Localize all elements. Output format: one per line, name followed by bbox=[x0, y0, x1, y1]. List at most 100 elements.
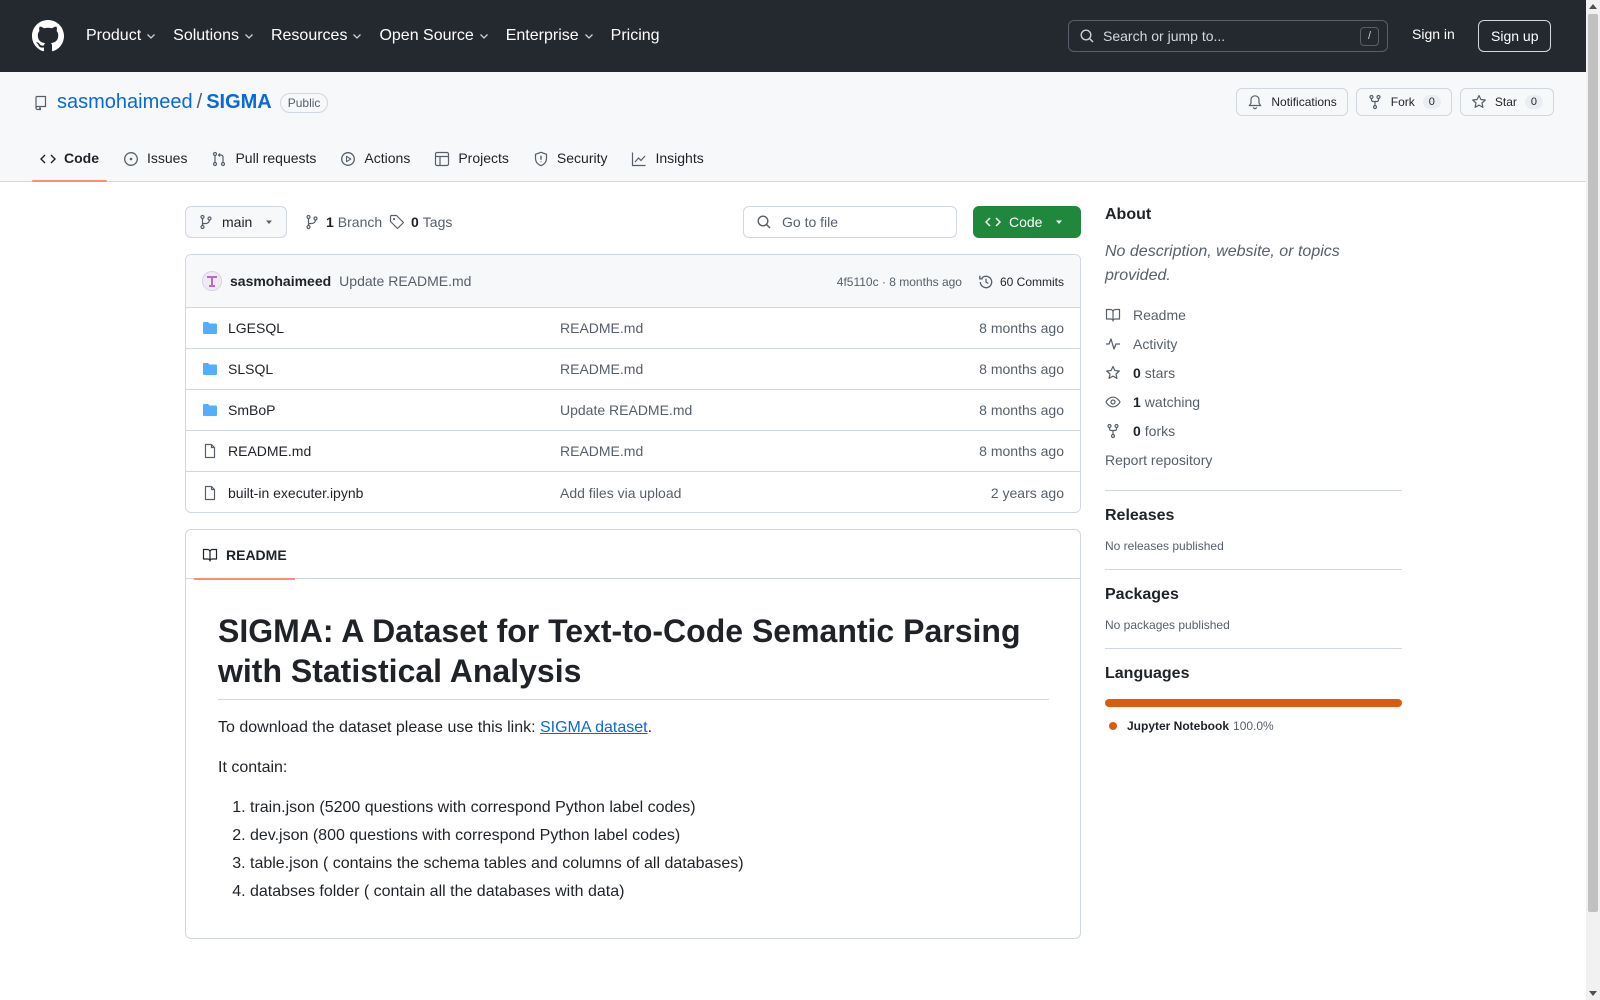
commits-count: 60 Commits bbox=[999, 274, 1064, 289]
stars-link[interactable]: 0 stars bbox=[1105, 358, 1402, 387]
nav-resources[interactable]: Resources bbox=[271, 27, 363, 45]
nav-pricing[interactable]: Pricing bbox=[611, 27, 660, 45]
tab-code[interactable]: Code bbox=[32, 140, 107, 182]
readme-tab[interactable]: README bbox=[194, 530, 295, 580]
star-label: Star bbox=[1494, 95, 1517, 109]
file-age: 8 months ago bbox=[979, 402, 1064, 418]
caret-down-icon bbox=[1056, 220, 1063, 224]
scrollbar-thumb[interactable] bbox=[1588, 14, 1598, 912]
file-name-link[interactable]: README.md bbox=[228, 443, 560, 459]
table-icon bbox=[435, 151, 450, 167]
tag-count-label: Tags bbox=[422, 214, 453, 230]
language-item[interactable]: Jupyter Notebook 100.0% bbox=[1105, 719, 1402, 733]
scroll-up-arrow-icon[interactable] bbox=[1589, 4, 1597, 9]
file-row[interactable]: SmBoP Update README.md 8 months ago bbox=[186, 390, 1080, 431]
file-name-link[interactable]: SLSQL bbox=[228, 361, 560, 377]
fork-icon bbox=[1369, 94, 1381, 110]
tab-projects[interactable]: Projects bbox=[426, 140, 517, 182]
repo-name-link[interactable]: SIGMA bbox=[206, 91, 272, 114]
folder-icon bbox=[203, 322, 217, 334]
code-icon bbox=[985, 217, 1001, 227]
file-commit-message[interactable]: README.md bbox=[560, 320, 643, 336]
code-dropdown-button[interactable]: Code bbox=[973, 206, 1081, 238]
watching-count: 1 bbox=[1133, 393, 1141, 410]
tag-icon bbox=[389, 214, 405, 230]
commit-hash-age[interactable]: 4f5110c · 8 months ago bbox=[837, 275, 962, 289]
tab-issues-label: Issues bbox=[147, 150, 188, 166]
language-bar bbox=[1105, 699, 1402, 707]
file-row[interactable]: README.md README.md 8 months ago bbox=[186, 431, 1080, 472]
report-repository-link[interactable]: Report repository bbox=[1105, 445, 1402, 474]
identicon-icon bbox=[207, 276, 217, 287]
watching-label: watching bbox=[1144, 393, 1201, 410]
branches-link[interactable]: 1 Branch bbox=[304, 214, 382, 230]
file-row[interactable]: SLSQL README.md 8 months ago bbox=[186, 349, 1080, 390]
file-commit-message[interactable]: README.md bbox=[560, 443, 643, 459]
tab-insights[interactable]: Insights bbox=[623, 140, 711, 182]
top-nav: Product Solutions Resources Open Source … bbox=[86, 27, 676, 45]
file-icon bbox=[204, 485, 216, 500]
caret-down-icon bbox=[266, 220, 273, 224]
nav-open-source[interactable]: Open Source bbox=[379, 27, 489, 45]
fork-button[interactable]: Fork 0 bbox=[1355, 88, 1452, 116]
sigma-dataset-link[interactable]: SIGMA dataset bbox=[540, 719, 648, 736]
activity-link-label: Activity bbox=[1133, 335, 1178, 352]
releases-heading[interactable]: Releases bbox=[1105, 507, 1402, 525]
search-placeholder: Search or jump to... bbox=[1103, 28, 1226, 44]
tab-issues[interactable]: Issues bbox=[115, 140, 195, 182]
file-icon bbox=[204, 443, 216, 459]
repo-title: sasmohaimeed / SIGMA Public bbox=[33, 91, 329, 114]
file-name-link[interactable]: SmBoP bbox=[228, 402, 560, 418]
tab-security[interactable]: Security bbox=[525, 140, 616, 182]
star-icon bbox=[1106, 365, 1120, 379]
commit-message-link[interactable]: Update README.md bbox=[339, 273, 471, 289]
commit-meta: 4f5110c · 8 months ago 60 Commits bbox=[837, 255, 1064, 308]
file-commit-message[interactable]: Add files via upload bbox=[560, 485, 681, 501]
commit-author-link[interactable]: sasmohaimeed bbox=[230, 273, 331, 289]
file-name-link[interactable]: built-in executer.ipynb bbox=[228, 485, 560, 501]
tab-code-label: Code bbox=[64, 150, 99, 166]
branch-icon bbox=[306, 214, 318, 230]
scroll-down-arrow-icon[interactable] bbox=[1589, 991, 1597, 996]
file-commit-message[interactable]: README.md bbox=[560, 361, 643, 377]
file-age: 8 months ago bbox=[979, 443, 1064, 459]
file-name-link[interactable]: LGESQL bbox=[228, 320, 560, 336]
page-scrollbar[interactable] bbox=[1586, 0, 1600, 1000]
nav-solutions[interactable]: Solutions bbox=[173, 27, 255, 45]
issue-icon bbox=[124, 152, 138, 166]
star-button[interactable]: Star 0 bbox=[1459, 88, 1554, 116]
file-commit-message[interactable]: Update README.md bbox=[560, 402, 692, 418]
go-to-file-input[interactable]: Go to file bbox=[743, 206, 957, 238]
nav-enterprise[interactable]: Enterprise bbox=[506, 27, 595, 45]
sign-in-link[interactable]: Sign in bbox=[1412, 26, 1455, 42]
repo-header: sasmohaimeed / SIGMA Public Notification… bbox=[0, 72, 1586, 182]
nav-product[interactable]: Product bbox=[86, 27, 157, 45]
list-item: dev.json (800 questions with correspond … bbox=[250, 824, 1048, 848]
repo-owner-link[interactable]: sasmohaimeed bbox=[57, 91, 193, 114]
divider bbox=[1105, 648, 1402, 649]
folder-icon bbox=[203, 363, 217, 375]
activity-link[interactable]: Activity bbox=[1105, 329, 1402, 358]
global-search-input[interactable]: Search or jump to... / bbox=[1068, 20, 1388, 52]
commits-history-link[interactable]: 60 Commits bbox=[978, 274, 1064, 290]
tags-link[interactable]: 0 Tags bbox=[389, 214, 452, 230]
sign-up-button[interactable]: Sign up bbox=[1478, 20, 1552, 52]
avatar[interactable] bbox=[202, 271, 222, 291]
repo-tabs: Code Issues Pull requests Actions Projec… bbox=[32, 140, 720, 182]
github-logo-icon[interactable] bbox=[32, 20, 64, 52]
branch-selector[interactable]: main bbox=[185, 206, 288, 238]
packages-heading[interactable]: Packages bbox=[1105, 586, 1402, 604]
pull-request-icon bbox=[213, 151, 226, 167]
notifications-button[interactable]: Notifications bbox=[1236, 88, 1348, 116]
readme-tab-label: README bbox=[226, 546, 287, 563]
tab-pull-requests[interactable]: Pull requests bbox=[203, 140, 324, 182]
tab-actions[interactable]: Actions bbox=[332, 140, 418, 182]
file-row[interactable]: built-in executer.ipynb Add files via up… bbox=[186, 472, 1080, 512]
watching-link[interactable]: 1 watching bbox=[1105, 387, 1402, 416]
readme-link[interactable]: Readme bbox=[1105, 300, 1402, 329]
file-row[interactable]: LGESQL README.md 8 months ago bbox=[186, 308, 1080, 349]
forks-link[interactable]: 0 forks bbox=[1105, 416, 1402, 445]
readme-tabs: README bbox=[186, 530, 1080, 580]
star-count: 0 bbox=[1524, 95, 1543, 109]
language-color-dot bbox=[1109, 722, 1117, 730]
